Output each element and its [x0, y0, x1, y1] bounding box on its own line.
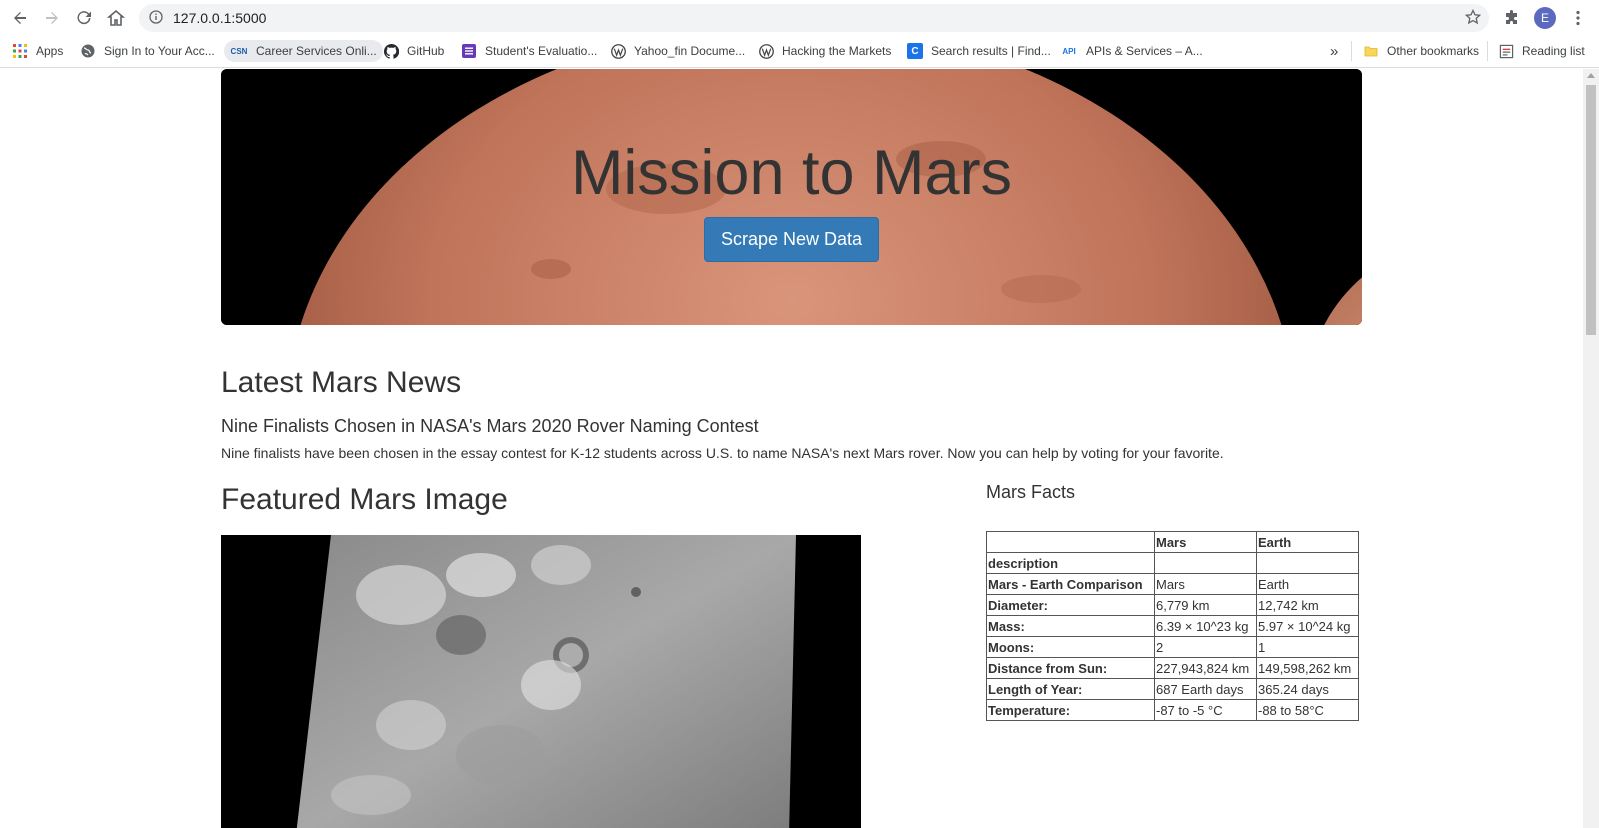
table-header-cell: Earth	[1256, 531, 1359, 553]
reading-list[interactable]: Reading list	[1498, 40, 1585, 62]
globe-icon	[80, 43, 96, 59]
table-row: Mars - Earth Comparison Mars Earth	[986, 573, 1359, 595]
bookmark-label: Other bookmarks	[1387, 44, 1480, 58]
earth-value	[1256, 552, 1359, 574]
earth-value: 1	[1256, 636, 1359, 658]
browser-toolbar: 127.0.0.1:5000 E	[0, 0, 1599, 35]
api-icon: API	[1062, 46, 1076, 56]
bookmark-github[interactable]: GitHub	[383, 40, 444, 62]
bookmarks-separator	[1351, 41, 1352, 61]
featured-image-heading: Featured Mars Image	[221, 483, 508, 516]
bookmark-label: Student's Evaluatio...	[485, 44, 598, 58]
back-arrow-icon[interactable]	[8, 6, 32, 30]
mars-value: 227,943,824 km	[1154, 657, 1257, 679]
mars-value: Mars	[1154, 573, 1257, 595]
table-header-cell: Mars	[1154, 531, 1257, 553]
row-label: description	[986, 552, 1155, 574]
bookmark-hacking-markets[interactable]: Hacking the Markets	[758, 40, 891, 62]
page-viewport: Mission to Mars Scrape New Data Latest M…	[0, 69, 1583, 828]
bookmark-label: APIs & Services – A...	[1086, 44, 1203, 58]
forward-arrow-icon[interactable]	[40, 6, 64, 30]
bookmark-sign-in[interactable]: Sign In to Your Acc...	[80, 40, 215, 62]
row-label: Distance from Sun:	[986, 657, 1155, 679]
mars-value	[1154, 552, 1257, 574]
row-label: Mass:	[986, 615, 1155, 637]
bookmark-student-evaluation[interactable]: Student's Evaluatio...	[461, 40, 597, 62]
table-row: Moons: 2 1	[986, 636, 1359, 658]
forms-icon	[461, 43, 477, 59]
c-icon: C	[907, 43, 923, 59]
other-bookmarks[interactable]: Other bookmarks	[1363, 40, 1479, 62]
scrollbar-thumb[interactable]	[1586, 85, 1596, 335]
mars-facts-table: Mars Earth description Mars - Earth Comp…	[986, 531, 1359, 721]
row-label: Length of Year:	[986, 678, 1155, 700]
menu-kebab-icon[interactable]	[1566, 6, 1590, 30]
row-label: Moons:	[986, 636, 1155, 658]
jumbotron-banner: Mission to Mars Scrape New Data	[221, 69, 1362, 325]
site-info-icon[interactable]	[149, 10, 163, 29]
reload-icon[interactable]	[72, 6, 96, 30]
wordpress-icon	[758, 43, 774, 59]
bookmark-label: GitHub	[407, 44, 445, 58]
mars-value: 687 Earth days	[1154, 678, 1257, 700]
earth-value: -88 to 58°C	[1256, 699, 1359, 721]
mars-value: 6.39 × 10^23 kg	[1154, 615, 1257, 637]
table-header-cell	[986, 531, 1155, 553]
table-row: Diameter: 6,779 km 12,742 km	[986, 594, 1359, 616]
csn-icon: CSN	[230, 46, 248, 56]
row-label: Diameter:	[986, 594, 1155, 616]
row-label: Mars - Earth Comparison	[986, 573, 1155, 595]
bookmarks-separator	[1487, 41, 1488, 61]
scrape-new-data-button[interactable]: Scrape New Data	[704, 217, 879, 262]
mars-value: 2	[1154, 636, 1257, 658]
table-row: Mass: 6.39 × 10^23 kg 5.97 × 10^24 kg	[986, 615, 1359, 637]
bookmark-label: Sign In to Your Acc...	[104, 44, 215, 58]
news-title: Nine Finalists Chosen in NASA's Mars 202…	[221, 416, 759, 436]
apps-grid-icon	[12, 43, 28, 59]
earth-value: 12,742 km	[1256, 594, 1359, 616]
table-row: Length of Year: 687 Earth days 365.24 da…	[986, 678, 1359, 700]
table-row: Temperature: -87 to -5 °C -88 to 58°C	[986, 699, 1359, 721]
table-row: Distance from Sun: 227,943,824 km 149,59…	[986, 657, 1359, 679]
bookmark-career-services[interactable]: CSN Career Services Onli...	[224, 40, 383, 62]
latest-news-heading: Latest Mars News	[221, 366, 462, 399]
bookmark-label: Search results | Find...	[931, 44, 1051, 58]
table-header-row: Mars Earth	[986, 531, 1359, 553]
bookmark-label: Reading list	[1522, 44, 1585, 58]
home-icon[interactable]	[104, 6, 128, 30]
earth-value: 149,598,262 km	[1256, 657, 1359, 679]
reading-list-icon	[1498, 43, 1514, 59]
bookmark-apps[interactable]: Apps	[12, 40, 63, 62]
bookmarks-bar: Apps Sign In to Your Acc... CSN Career S…	[0, 35, 1599, 68]
news-paragraph: Nine finalists have been chosen in the e…	[221, 445, 1224, 461]
profile-avatar[interactable]: E	[1534, 7, 1556, 29]
earth-value: 365.24 days	[1256, 678, 1359, 700]
mars-value: -87 to -5 °C	[1154, 699, 1257, 721]
row-label: Temperature:	[986, 699, 1155, 721]
mars-value: 6,779 km	[1154, 594, 1257, 616]
page-scrollbar[interactable]	[1583, 69, 1599, 828]
featured-mars-image	[221, 535, 861, 828]
bookmark-label: Apps	[36, 44, 64, 58]
wordpress-icon	[610, 43, 626, 59]
extensions-puzzle-icon[interactable]	[1500, 6, 1524, 30]
folder-icon	[1363, 43, 1379, 59]
bookmark-label: Career Services Onli...	[256, 44, 377, 58]
page-title: Mission to Mars	[570, 138, 1013, 208]
github-icon	[383, 43, 399, 59]
earth-value: 5.97 × 10^24 kg	[1256, 615, 1359, 637]
table-row: description	[986, 552, 1359, 574]
bookmarks-overflow-chevron-icon[interactable]: »	[1330, 40, 1338, 62]
scroll-up-arrow-icon[interactable]	[1587, 73, 1595, 78]
bookmark-yahoo-fin[interactable]: Yahoo_fin Docume...	[610, 40, 745, 62]
bookmark-apis-services[interactable]: API APIs & Services – A...	[1060, 40, 1203, 62]
bookmark-label: Yahoo_fin Docume...	[634, 44, 746, 58]
mars-facts-heading: Mars Facts	[986, 482, 1076, 502]
url-text[interactable]: 127.0.0.1:5000	[173, 10, 266, 26]
bookmark-search-results[interactable]: C Search results | Find...	[907, 40, 1051, 62]
earth-value: Earth	[1256, 573, 1359, 595]
address-bar[interactable]: 127.0.0.1:5000	[139, 4, 1489, 32]
bookmark-label: Hacking the Markets	[782, 44, 892, 58]
bookmark-star-icon[interactable]	[1464, 8, 1482, 30]
